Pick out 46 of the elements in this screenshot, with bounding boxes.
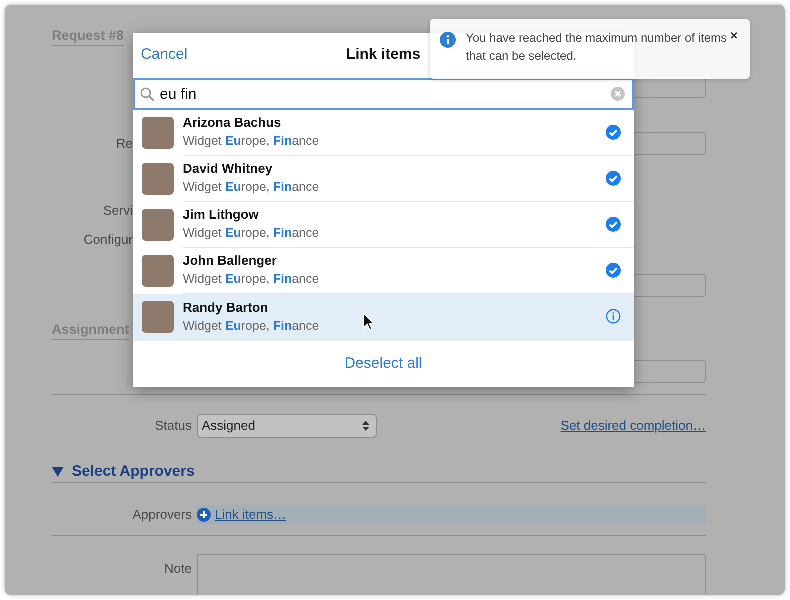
- notification-message: You have reached the maximum number of items that can be selected.: [466, 30, 728, 65]
- info-icon[interactable]: [606, 309, 621, 324]
- search-field[interactable]: eu fin: [133, 78, 634, 110]
- person-name: David Whitney: [183, 160, 273, 177]
- section-title: Select Approvers: [72, 462, 195, 482]
- person-name: Randy Barton: [183, 298, 268, 316]
- link-items-link[interactable]: Link items…: [197, 505, 287, 524]
- person-name: Jim Lithgow: [183, 206, 259, 223]
- checkmark-icon[interactable]: [606, 217, 621, 232]
- field-label: Configur: [82, 231, 133, 250]
- person-department: Widget Europe, Finance: [183, 133, 320, 150]
- add-icon: [197, 508, 211, 522]
- disclosure-triangle-icon[interactable]: [52, 466, 64, 478]
- avatar-photo-placeholder: [142, 163, 174, 195]
- person-department: Widget Europe, Finance: [183, 271, 320, 288]
- mouse-pointer-icon: [363, 313, 375, 331]
- deselect-all-button[interactable]: Deselect all: [338, 352, 428, 376]
- status-select[interactable]: Assigned: [197, 414, 377, 438]
- avatar-photo-placeholder: [142, 301, 174, 333]
- person-department: Widget Europe, Finance: [183, 318, 320, 335]
- person-department: Widget Europe, Finance: [183, 225, 320, 242]
- field-label: Status: [154, 417, 192, 436]
- desired-completion-link[interactable]: Set desired completion…: [560, 416, 706, 436]
- checkmark-icon[interactable]: [606, 125, 621, 140]
- search-icon: [140, 87, 155, 102]
- field-label: Servi: [102, 202, 133, 220]
- close-button[interactable]: ×: [730, 31, 738, 41]
- checkmark-icon[interactable]: [606, 263, 621, 278]
- avatar-photo-placeholder: [142, 117, 174, 149]
- field-label: Approvers: [132, 506, 192, 524]
- person-name: John Ballenger: [183, 252, 277, 269]
- dialog-title: Link items: [346, 45, 421, 66]
- field-label: Re: [115, 134, 133, 153]
- person-department: Widget Europe, Finance: [183, 179, 320, 196]
- stepper-icon: [362, 420, 370, 432]
- person-list-item[interactable]: Randy Barton Widget Europe, Finance: [133, 294, 634, 340]
- field-label: Note: [164, 560, 192, 578]
- person-name: Arizona Bachus: [183, 114, 282, 131]
- person-list-item[interactable]: Arizona Bachus Widget Europe, Finance: [133, 110, 634, 156]
- person-list-item[interactable]: David Whitney Widget Europe, Finance: [133, 156, 634, 202]
- cancel-button[interactable]: Cancel: [141, 44, 188, 67]
- avatar-photo-placeholder: [142, 255, 174, 287]
- info-icon: [440, 32, 456, 48]
- person-list-item[interactable]: Jim Lithgow Widget Europe, Finance: [133, 202, 634, 248]
- avatar-photo-placeholder: [142, 209, 174, 241]
- checkmark-icon[interactable]: [606, 171, 621, 186]
